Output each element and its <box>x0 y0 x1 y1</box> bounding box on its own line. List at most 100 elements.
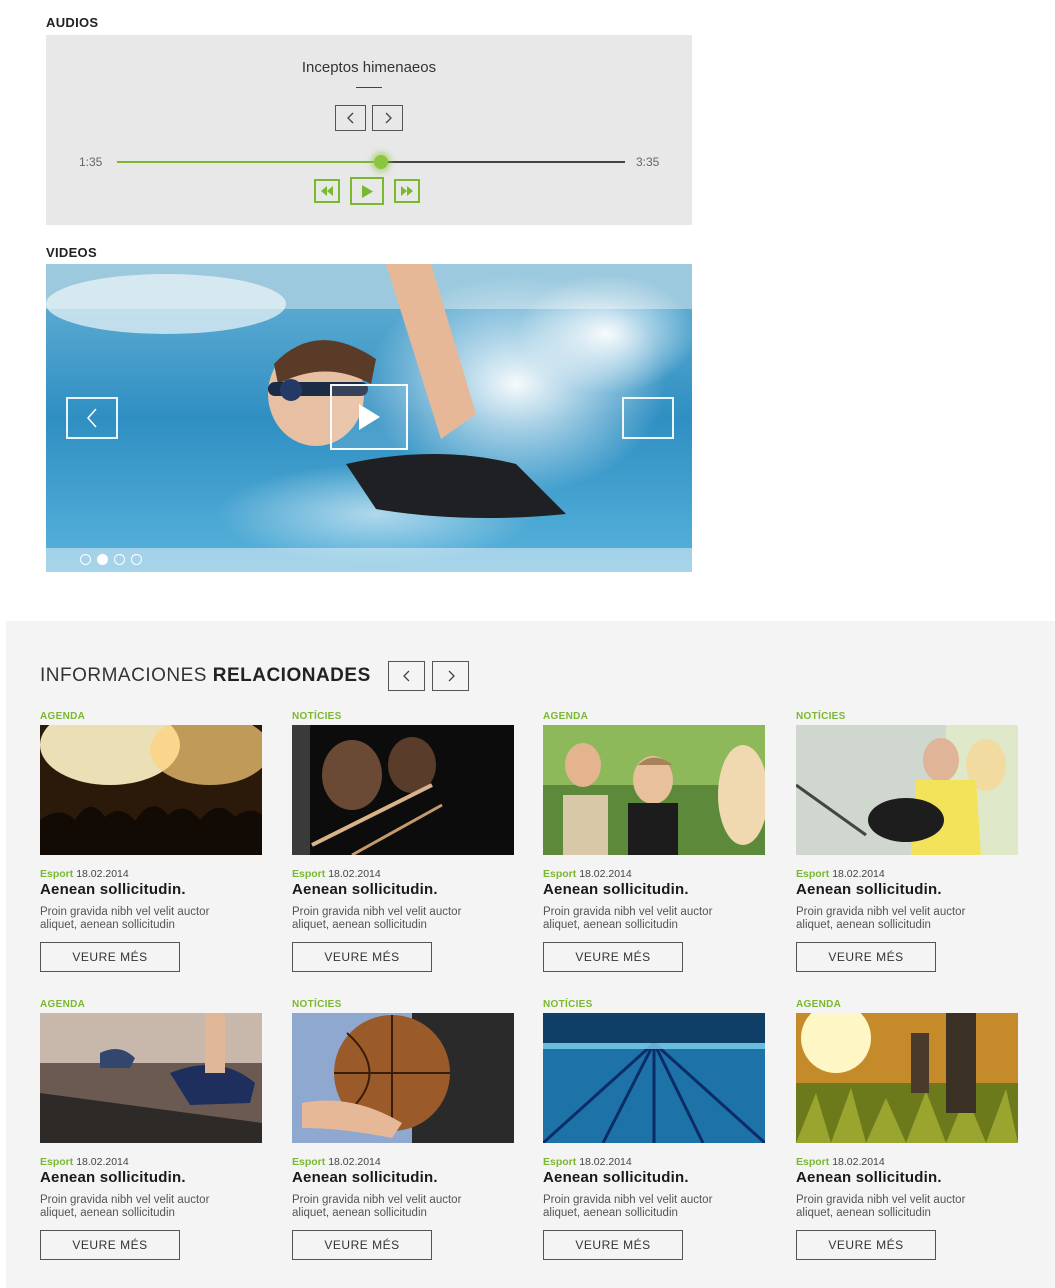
related-card[interactable]: AGENDA Esport 18.02.2014 Aenean sollicitud… <box>796 999 1018 1260</box>
play-button[interactable] <box>350 177 384 205</box>
play-icon <box>362 184 373 198</box>
read-more-button[interactable]: VEURE MÉS <box>796 1230 936 1260</box>
card-headline[interactable]: Aenean sollicitudin. <box>40 1169 262 1186</box>
related-card[interactable]: AGENDA Esport 18.02.2014 Aenean sollicitud… <box>40 711 262 972</box>
read-more-button[interactable]: VEURE MÉS <box>543 942 683 972</box>
rewind-button[interactable] <box>314 179 340 203</box>
card-category[interactable]: NOTÍCIES <box>292 999 514 1013</box>
track-nav <box>335 105 403 131</box>
card-category[interactable]: AGENDA <box>796 999 1018 1013</box>
card-headline[interactable]: Aenean sollicitudin. <box>796 881 1018 898</box>
card-category[interactable]: AGENDA <box>543 711 765 725</box>
video-prev-button[interactable] <box>66 397 118 439</box>
card-thumbnail[interactable] <box>40 1013 262 1143</box>
card-thumbnail[interactable] <box>292 725 514 855</box>
card-thumbnail[interactable] <box>796 725 1018 855</box>
title-divider <box>356 87 382 88</box>
card-category[interactable]: AGENDA <box>40 711 262 725</box>
card-description-line: aliquet, aenean sollicitudin <box>543 1207 678 1219</box>
card-tag[interactable]: Esport <box>40 868 73 880</box>
card-description-line: Proin gravida nibh vel velit auctor <box>543 1194 713 1206</box>
card-meta: Esport 18.02.2014 <box>292 1156 514 1168</box>
card-description-line: aliquet, aenean sollicitudin <box>796 1207 931 1219</box>
card-category[interactable]: NOTÍCIES <box>796 711 1018 725</box>
card-date: 18.02.2014 <box>328 868 381 880</box>
video-slider <box>46 264 692 572</box>
chevron-left-icon <box>402 670 409 682</box>
slide-dot[interactable] <box>97 554 108 565</box>
card-description-line: Proin gravida nibh vel velit auctor <box>796 1194 966 1206</box>
card-description-line: aliquet, aenean sollicitudin <box>40 919 175 931</box>
videos-section-label: VIDEOS <box>46 245 97 260</box>
read-more-button[interactable]: VEURE MÉS <box>292 942 432 972</box>
video-play-button[interactable] <box>330 384 408 450</box>
card-thumbnail[interactable] <box>543 1013 765 1143</box>
card-description: Proin gravida nibh vel velit auctor aliqu… <box>796 906 1018 932</box>
card-date: 18.02.2014 <box>76 1156 129 1168</box>
card-tag[interactable]: Esport <box>40 1156 73 1168</box>
related-prev-button[interactable] <box>388 661 425 691</box>
related-card[interactable]: AGENDA Esport 18.02.2014 Aenean sollicitud… <box>543 711 765 972</box>
read-more-button[interactable]: VEURE MÉS <box>40 942 180 972</box>
chevron-right-icon <box>448 670 455 682</box>
fast-forward-button[interactable] <box>394 179 420 203</box>
card-thumbnail[interactable] <box>292 1013 514 1143</box>
audio-progress-bar[interactable] <box>117 155 625 169</box>
slide-dot[interactable] <box>114 554 125 565</box>
video-next-button[interactable] <box>622 397 674 439</box>
play-icon <box>359 404 380 430</box>
slide-dot[interactable] <box>131 554 142 565</box>
current-time: 1:35 <box>79 155 103 169</box>
card-category[interactable]: AGENDA <box>40 999 262 1013</box>
card-category[interactable]: NOTÍCIES <box>543 999 765 1013</box>
related-section: INFORMACIONES RELACIONADES AGENDA Esport … <box>6 621 1055 1288</box>
card-headline[interactable]: Aenean sollicitudin. <box>40 881 262 898</box>
card-headline[interactable]: Aenean sollicitudin. <box>796 1169 1018 1186</box>
card-tag[interactable]: Esport <box>292 868 325 880</box>
related-card[interactable]: NOTÍCIES Esport 18.02.2014 Aenean sollicit… <box>292 999 514 1260</box>
related-next-button[interactable] <box>432 661 469 691</box>
card-thumbnail[interactable] <box>40 725 262 855</box>
card-tag[interactable]: Esport <box>543 1156 576 1168</box>
slide-dot[interactable] <box>80 554 91 565</box>
card-description-line: aliquet, aenean sollicitudin <box>796 919 931 931</box>
chevron-left-icon <box>86 408 97 428</box>
card-description: Proin gravida nibh vel velit auctor aliqu… <box>40 1194 262 1220</box>
chevron-left-icon <box>346 112 353 124</box>
related-card[interactable]: NOTÍCIES Esport 18.02.2014 Aenean sollicit… <box>796 711 1018 972</box>
related-card[interactable]: AGENDA Esport 18.02.2014 Aenean sollicitud… <box>40 999 262 1260</box>
chevron-right-icon <box>385 112 392 124</box>
player-controls <box>314 177 420 205</box>
card-headline[interactable]: Aenean sollicitudin. <box>292 881 514 898</box>
video-pagination-bar <box>46 548 692 572</box>
read-more-button[interactable]: VEURE MÉS <box>543 1230 683 1260</box>
card-date: 18.02.2014 <box>76 868 129 880</box>
read-more-button[interactable]: VEURE MÉS <box>292 1230 432 1260</box>
related-card[interactable]: NOTÍCIES Esport 18.02.2014 Aenean sollicit… <box>543 999 765 1260</box>
card-meta: Esport 18.02.2014 <box>292 868 514 880</box>
progress-handle[interactable] <box>374 155 389 169</box>
card-meta: Esport 18.02.2014 <box>543 1156 765 1168</box>
audio-player: Inceptos himenaeos 1:35 3:35 <box>46 35 692 225</box>
next-track-button[interactable] <box>372 105 403 131</box>
card-headline[interactable]: Aenean sollicitudin. <box>543 881 765 898</box>
card-tag[interactable]: Esport <box>796 1156 829 1168</box>
card-tag[interactable]: Esport <box>796 868 829 880</box>
card-thumbnail[interactable] <box>543 725 765 855</box>
related-card[interactable]: NOTÍCIES Esport 18.02.2014 Aenean sollicit… <box>292 711 514 972</box>
card-category[interactable]: NOTÍCIES <box>292 711 514 725</box>
card-description: Proin gravida nibh vel velit auctor aliqu… <box>543 906 765 932</box>
previous-track-button[interactable] <box>335 105 366 131</box>
card-headline[interactable]: Aenean sollicitudin. <box>543 1169 765 1186</box>
fast-forward-icon <box>401 186 413 196</box>
card-description: Proin gravida nibh vel velit auctor aliqu… <box>40 906 262 932</box>
card-meta: Esport 18.02.2014 <box>40 1156 262 1168</box>
read-more-button[interactable]: VEURE MÉS <box>796 942 936 972</box>
related-title: INFORMACIONES RELACIONADES <box>40 665 371 687</box>
card-thumbnail[interactable] <box>796 1013 1018 1143</box>
card-meta: Esport 18.02.2014 <box>796 868 1018 880</box>
card-tag[interactable]: Esport <box>292 1156 325 1168</box>
read-more-button[interactable]: VEURE MÉS <box>40 1230 180 1260</box>
card-tag[interactable]: Esport <box>543 868 576 880</box>
card-headline[interactable]: Aenean sollicitudin. <box>292 1169 514 1186</box>
